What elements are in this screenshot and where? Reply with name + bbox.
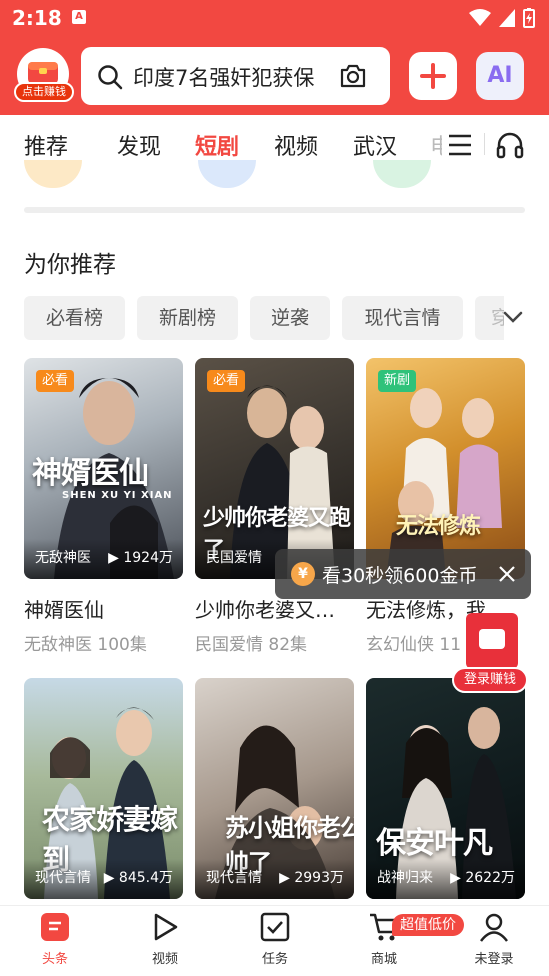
nav-tasks[interactable]: 任务 <box>235 912 315 967</box>
red-packet-seal <box>479 629 505 649</box>
drama-poster: 保安叶凡 战神归来 ▶ 2622万 <box>366 678 525 899</box>
card-meta: 民国爱情 82集 <box>195 635 308 655</box>
category-chips: 必看榜 新剧榜 逆袭 现代言情 穿 <box>24 296 504 340</box>
card-badge: 必看 <box>207 370 246 392</box>
card-badge: 新剧 <box>378 370 417 392</box>
tab-short-drama[interactable]: 短剧 <box>195 129 239 161</box>
battery-icon <box>523 8 535 28</box>
view-count: 845.4万 <box>118 870 173 886</box>
menu-icon[interactable] <box>447 133 473 157</box>
nav-headlines[interactable]: 头条 <box>15 912 95 967</box>
tab-wuhan[interactable]: 武汉 <box>353 129 397 161</box>
poster-genre: 无敌神医 <box>35 550 91 566</box>
chip-new-drama[interactable]: 新剧榜 <box>137 296 238 340</box>
view-count: 1924万 <box>123 550 173 566</box>
tab-divider <box>484 133 485 155</box>
earn-money-tag: 点击赚钱 <box>14 82 74 102</box>
chip-modern-romance[interactable]: 现代言情 <box>342 296 463 340</box>
status-bar: 2:18 A <box>0 0 549 36</box>
card-meta: 无敌神医 100集 <box>24 635 147 655</box>
view-count: 2622万 <box>465 870 515 886</box>
login-earn-button[interactable]: 登录赚钱 <box>452 667 528 693</box>
nav-label: 未登录 <box>474 952 514 967</box>
wifi-icon <box>469 9 491 26</box>
drama-poster: 必看 少帅你老婆又跑了 民国爱情 <box>195 358 354 579</box>
poster-title: 无法修炼 <box>396 513 481 539</box>
card-badge: 必看 <box>36 370 75 392</box>
search-input[interactable]: 印度7名强奸犯获保 <box>81 47 390 105</box>
search-hint-text: 印度7名强奸犯获保 <box>133 66 315 90</box>
poster-views: ▶ 845.4万 <box>103 870 173 886</box>
drama-poster: 新剧 无法修炼 <box>366 358 525 579</box>
nav-video[interactable]: 视频 <box>125 912 205 967</box>
partial-shortcut <box>24 160 82 188</box>
poster-views: ▶ 1924万 <box>108 550 173 566</box>
partial-shortcut <box>198 160 256 188</box>
coin-reward-popup[interactable]: ¥ 看30秒领600金币 <box>275 549 531 599</box>
section-title: 为你推荐 <box>24 252 116 278</box>
headlines-icon <box>41 913 69 941</box>
section-divider <box>24 207 525 213</box>
poster-subtitle: SHEN XU YI XIAN <box>62 490 173 501</box>
partial-shortcut <box>373 160 431 188</box>
status-time: 2:18 <box>12 6 62 30</box>
signal-icon <box>499 9 515 27</box>
drama-poster: 农家娇妻嫁到 现代言情 ▶ 845.4万 <box>24 678 183 899</box>
red-packet-icon[interactable] <box>466 613 518 669</box>
drama-poster: 苏小姐你老公帅了 现代言情 ▶ 2993万 <box>195 678 354 899</box>
drama-poster: 必看 神婿医仙 SHEN XU YI XIAN 无敌神医 ▶ 1924万 <box>24 358 183 579</box>
close-icon[interactable] <box>497 564 517 584</box>
tab-recommend[interactable]: 推荐 <box>24 129 68 161</box>
coin-icon: ¥ <box>291 562 315 586</box>
camera-icon[interactable] <box>339 63 367 89</box>
promo-badge: 超值低价 <box>392 914 464 936</box>
tab-partial[interactable]: 电 <box>430 129 442 161</box>
nav-label: 任务 <box>261 952 288 967</box>
nav-label: 商城 <box>370 952 397 967</box>
user-icon <box>480 913 508 942</box>
plus-icon <box>420 63 446 89</box>
poster-genre: 战神归来 <box>377 870 433 886</box>
play-icon <box>154 913 178 941</box>
coin-reward-text: 看30秒领600金币 <box>322 565 478 587</box>
status-icons <box>469 8 535 28</box>
headphone-icon[interactable] <box>496 131 524 159</box>
card-name: 神婿医仙 <box>24 598 104 622</box>
earn-money-button[interactable]: 点击赚钱 <box>14 48 74 106</box>
poster-views: ▶ 2993万 <box>279 870 344 886</box>
notification-icon: A <box>72 10 86 24</box>
poster-title: 保安叶凡 <box>376 826 493 861</box>
chip-comeback[interactable]: 逆袭 <box>250 296 330 340</box>
add-button[interactable] <box>409 52 457 100</box>
tab-discover[interactable]: 发现 <box>117 129 161 161</box>
nav-label: 头条 <box>41 952 68 967</box>
task-check-icon <box>260 912 290 942</box>
nav-label: 视频 <box>151 952 178 967</box>
chip-must-watch[interactable]: 必看榜 <box>24 296 125 340</box>
poster-genre: 现代言情 <box>206 870 262 886</box>
poster-genre: 现代言情 <box>35 870 91 886</box>
chevron-down-icon[interactable] <box>502 306 524 328</box>
bottom-nav: 头条 视频 任务 商城 未登录 <box>0 905 549 976</box>
nav-profile[interactable]: 未登录 <box>454 912 534 967</box>
top-header: 2:18 A 点击赚钱 印度7名强奸犯获保 AI <box>0 0 549 115</box>
view-count: 2993万 <box>294 870 344 886</box>
tab-video[interactable]: 视频 <box>274 129 318 161</box>
search-icon <box>98 65 123 90</box>
ai-button[interactable]: AI <box>476 52 524 100</box>
poster-genre: 民国爱情 <box>206 550 262 566</box>
poster-views: ▶ 2622万 <box>450 870 515 886</box>
chip-partial[interactable]: 穿 <box>475 296 504 340</box>
poster-title: 神婿医仙 <box>32 456 149 491</box>
